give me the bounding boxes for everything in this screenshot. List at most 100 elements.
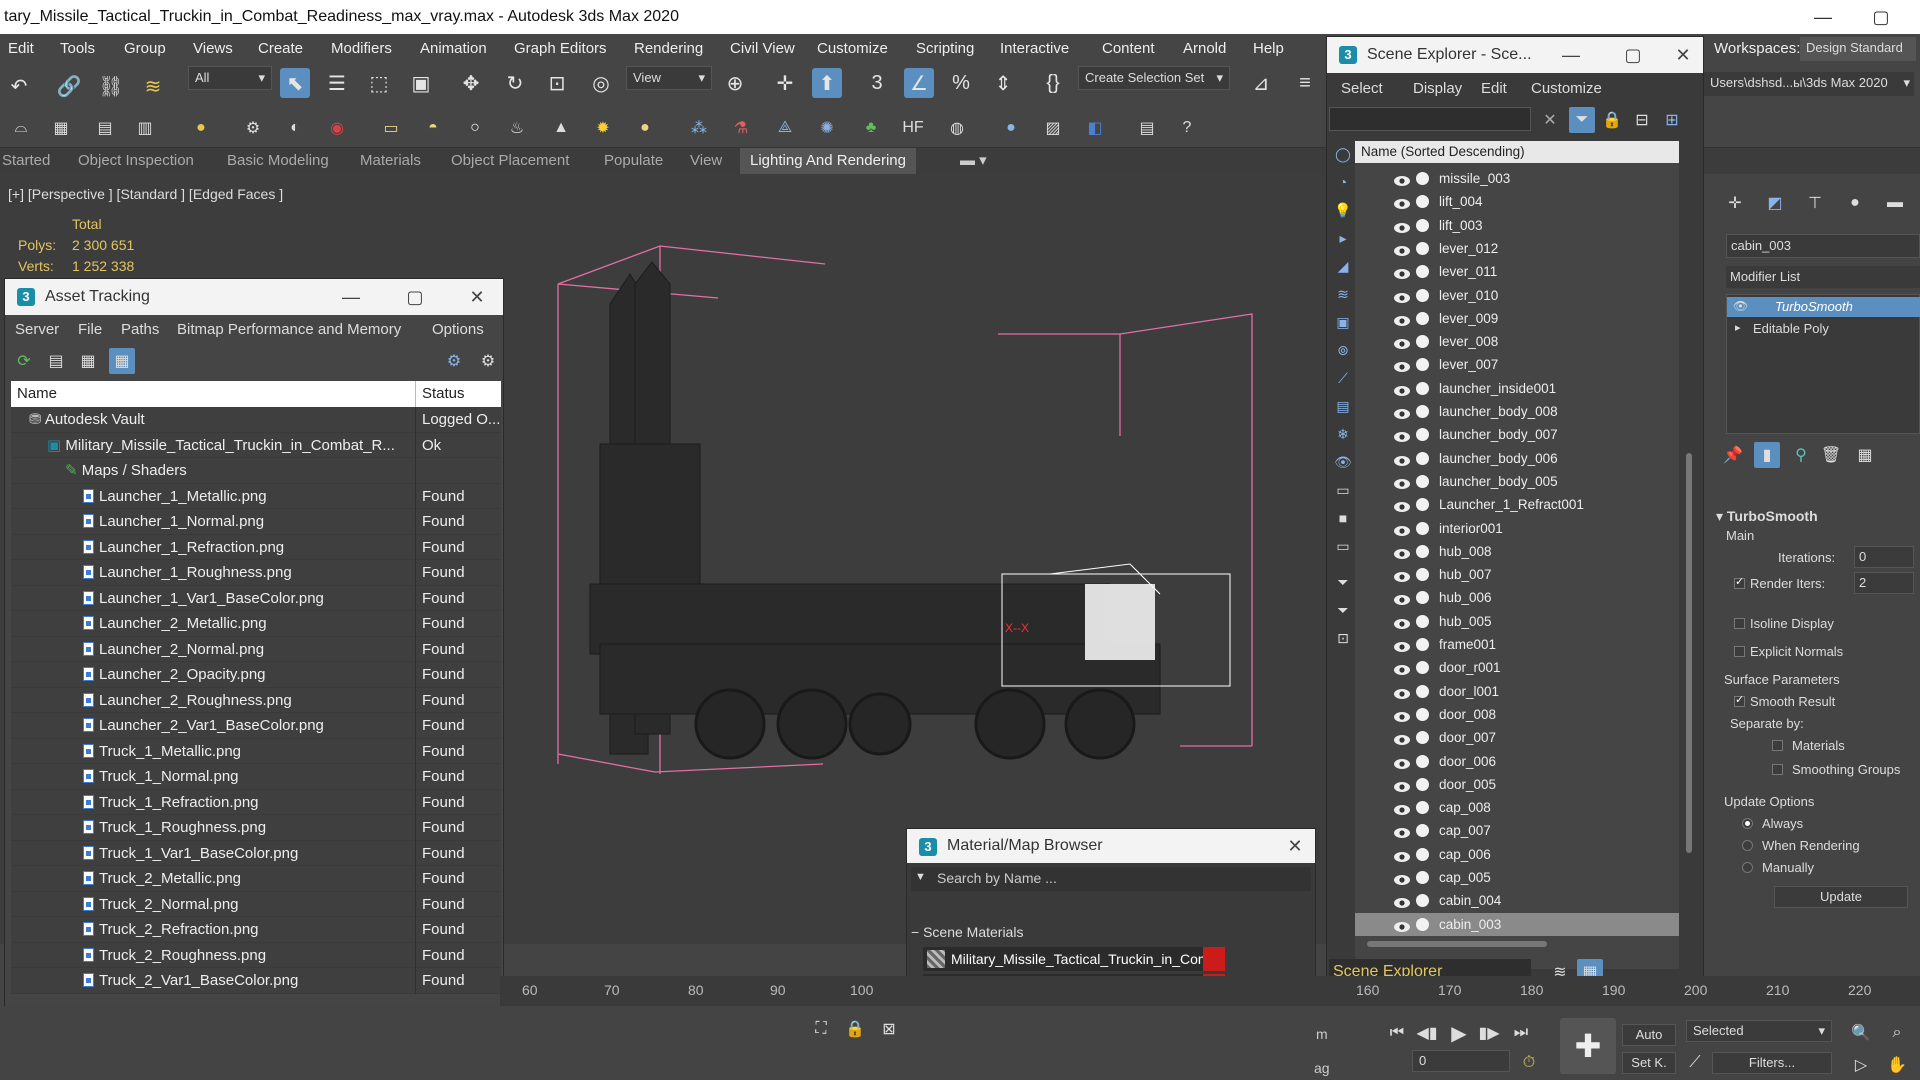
thumbnail-view-icon[interactable]: ▦ xyxy=(75,348,101,374)
scene-object-row[interactable]: hub_008 xyxy=(1355,540,1679,563)
snaps-toggle-icon[interactable]: 3 xyxy=(862,68,892,98)
named-selection-dropdown[interactable]: Create Selection Set ▾ xyxy=(1078,66,1230,90)
vertical-scrollbar[interactable] xyxy=(1685,163,1693,969)
visibility-eye-icon[interactable] xyxy=(1393,265,1411,280)
spinner-snap-icon[interactable]: ⇕ xyxy=(988,68,1018,98)
display-geometry-icon[interactable]: ◯ xyxy=(1332,143,1354,165)
scene-object-row[interactable]: cabin_003 xyxy=(1355,912,1679,936)
column-name[interactable]: Name xyxy=(17,381,57,407)
menu-rendering[interactable]: Rendering xyxy=(634,34,703,64)
render-frame-icon[interactable]: ◐ xyxy=(282,115,308,141)
place-icon[interactable]: ◎ xyxy=(586,68,616,98)
isolate-icon[interactable]: ⊠ xyxy=(876,1016,902,1042)
select-manipulate-icon[interactable]: ✛ xyxy=(770,68,800,98)
close-icon[interactable]: ✕ xyxy=(455,279,499,315)
display-helpers-icon[interactable]: ◢ xyxy=(1332,255,1354,277)
scene-object-row[interactable]: frame001 xyxy=(1355,633,1679,656)
explicit-normals-checkbox[interactable] xyxy=(1734,646,1745,657)
scene-object-row[interactable]: lever_012 xyxy=(1355,237,1679,260)
scene-object-row[interactable]: cap_008 xyxy=(1355,796,1679,819)
scene-object-row[interactable]: lever_011 xyxy=(1355,260,1679,283)
asset-row[interactable]: Truck_2_Var1_BaseColor.png Found xyxy=(11,968,501,994)
menu-group[interactable]: Group xyxy=(124,34,166,64)
scene-object-row[interactable]: door_008 xyxy=(1355,703,1679,726)
visibility-eye-icon[interactable] xyxy=(1393,685,1411,699)
visibility-eye-icon[interactable] xyxy=(1393,894,1411,909)
menu-help[interactable]: Help xyxy=(1253,34,1284,64)
set-key-button[interactable]: Set K. xyxy=(1622,1052,1676,1074)
stack-item-turbosmooth[interactable]: 👁 TurboSmooth xyxy=(1727,297,1920,317)
menu-scripting[interactable]: Scripting xyxy=(916,34,974,64)
key-mode-dropdown[interactable]: Selected ▾ xyxy=(1686,1020,1832,1042)
menu-tools[interactable]: Tools xyxy=(60,34,95,64)
go-to-start-icon[interactable]: ⏮ xyxy=(1384,1020,1410,1046)
tab-basic-modeling[interactable]: Basic Modeling xyxy=(227,148,329,174)
menu-file[interactable]: File xyxy=(78,317,102,343)
timeline[interactable]: 60 70 80 90 100 160 170 180 190 200 210 … xyxy=(500,976,1920,1006)
align-icon[interactable]: ≡ xyxy=(1290,68,1320,98)
workspaces-dropdown[interactable]: Design Standard xyxy=(1800,37,1916,61)
set-key-icon[interactable]: ✚ xyxy=(1560,1018,1616,1074)
layer-icon[interactable]: ⌓ xyxy=(8,115,34,141)
menu-paths[interactable]: Paths xyxy=(121,317,159,343)
update-button[interactable]: Update xyxy=(1774,886,1908,908)
visibility-eye-icon[interactable] xyxy=(1393,591,1411,606)
menu-edit[interactable]: Edit xyxy=(8,34,34,64)
isoline-checkbox[interactable] xyxy=(1734,618,1745,629)
asset-row[interactable]: Truck_2_Normal.png Found xyxy=(11,891,501,917)
menu-bitmap-performance[interactable]: Bitmap Performance and Memory xyxy=(177,317,401,343)
bind-spacewarp-icon[interactable]: ≋ xyxy=(138,71,168,101)
asset-row[interactable]: Truck_1_Metallic.png Found xyxy=(11,738,501,764)
visibility-eye-icon[interactable] xyxy=(1393,615,1411,629)
pin-stack-icon[interactable]: 📌 xyxy=(1720,442,1746,468)
display-frozen-icon[interactable]: ❄ xyxy=(1332,423,1354,445)
list-view-icon[interactable]: ▤ xyxy=(43,348,69,374)
asset-row[interactable]: ✎ Maps / Shaders xyxy=(11,458,501,484)
selection-filter-dropdown[interactable]: All ▾ xyxy=(188,66,272,90)
scene-object-row[interactable]: interior001 xyxy=(1355,517,1679,540)
filter-funnel-icon[interactable]: ⏷ xyxy=(1332,571,1354,593)
scene-object-row[interactable]: door_l001 xyxy=(1355,680,1679,703)
scene-object-row[interactable]: cap_007 xyxy=(1355,819,1679,842)
curve-editor-icon[interactable]: ▤ xyxy=(92,115,118,141)
visibility-eye-icon[interactable] xyxy=(1393,475,1411,489)
minimize-icon[interactable]: — xyxy=(1549,37,1593,73)
menu-civil-view[interactable]: Civil View xyxy=(730,34,795,64)
render-setup-icon[interactable]: ⚙ xyxy=(240,115,266,141)
visibility-eye-icon[interactable] xyxy=(1393,731,1411,746)
visibility-eye-icon[interactable] xyxy=(1393,452,1411,466)
scene-object-row[interactable]: lever_010 xyxy=(1355,284,1679,307)
edit-named-selection-icon[interactable]: {} xyxy=(1038,68,1068,98)
pivot-icon[interactable]: ⊕ xyxy=(720,68,750,98)
play-icon[interactable]: ▶ xyxy=(1446,1020,1472,1046)
scene-object-row[interactable]: door_005 xyxy=(1355,773,1679,796)
manually-radio[interactable] xyxy=(1742,862,1753,873)
asset-row[interactable]: Truck_2_Refraction.png Found xyxy=(11,917,501,943)
schematic-icon[interactable]: ▥ xyxy=(132,115,158,141)
expand-arrow-icon[interactable]: ▸ xyxy=(1735,321,1741,334)
angle-snap-icon[interactable]: ∠ xyxy=(904,68,934,98)
object-name-field[interactable]: cabin_003 xyxy=(1726,234,1920,258)
render-icon[interactable]: ◉ xyxy=(324,115,350,141)
make-unique-icon[interactable]: ⚲ xyxy=(1788,442,1814,468)
teapot-icon[interactable]: ♨ xyxy=(504,115,530,141)
visibility-eye-icon[interactable] xyxy=(1393,778,1411,792)
asset-tracking-titlebar[interactable]: 3 Asset Tracking — ▢ ✕ xyxy=(5,279,503,315)
visibility-eye-icon[interactable] xyxy=(1393,871,1411,885)
scene-object-row[interactable]: hub_006 xyxy=(1355,586,1679,609)
mirror-icon[interactable]: ⊿ xyxy=(1246,68,1276,98)
column-status[interactable]: Status xyxy=(415,381,465,407)
move-icon[interactable]: ✥ xyxy=(456,68,486,98)
horizontal-scrollbar[interactable] xyxy=(1367,941,1547,947)
maximize-icon[interactable]: ▢ xyxy=(393,279,437,315)
material-item[interactable]: Military_Missile_Tactical_Truckin_in_Com… xyxy=(923,947,1225,971)
visibility-eye-icon[interactable] xyxy=(1393,382,1411,396)
asset-row[interactable]: Launcher_2_Normal.png Found xyxy=(11,636,501,662)
visibility-eye-icon[interactable] xyxy=(1393,522,1411,536)
asset-row[interactable]: ⛃ Autodesk Vault Logged O... xyxy=(11,407,501,433)
scene-object-row[interactable]: lift_004 xyxy=(1355,190,1679,213)
scale-icon[interactable]: ⊡ xyxy=(542,68,572,98)
scene-object-row[interactable]: hub_007 xyxy=(1355,563,1679,586)
eye-icon[interactable]: 👁 xyxy=(1733,299,1748,313)
menu-interactive[interactable]: Interactive xyxy=(1000,34,1069,64)
